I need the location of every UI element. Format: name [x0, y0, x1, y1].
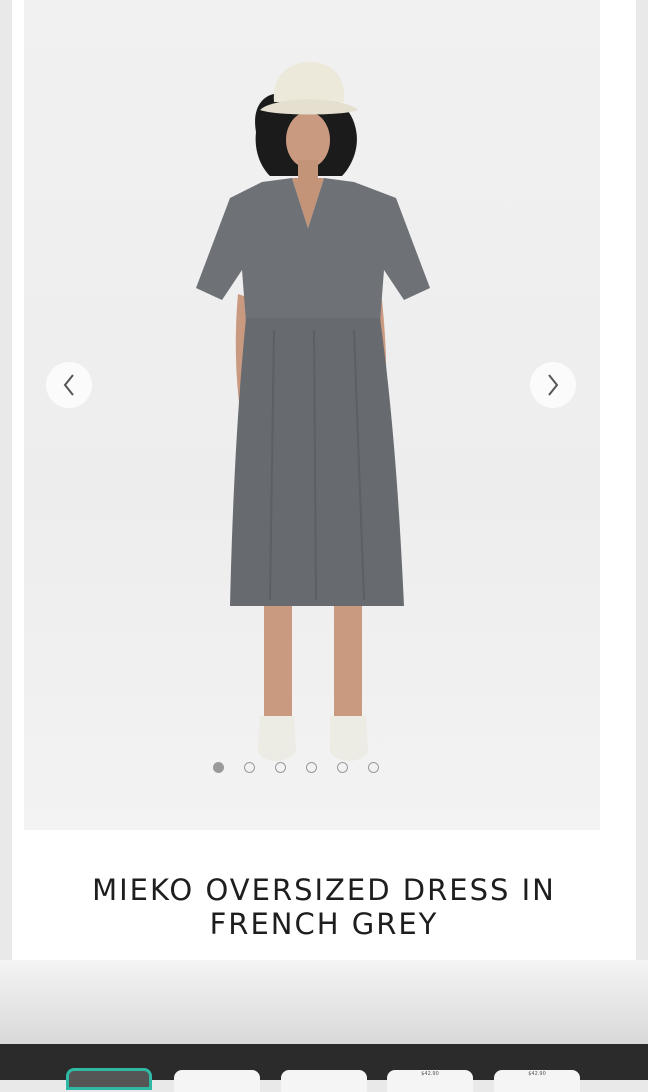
carousel-dot-5[interactable]: [337, 762, 348, 773]
carousel-dot-1[interactable]: [213, 762, 224, 773]
chevron-left-icon: [63, 374, 74, 396]
carousel-dot-4[interactable]: [306, 762, 317, 773]
thumbnail-price: $42.90: [421, 1071, 439, 1077]
chevron-right-icon: [548, 374, 559, 396]
thumbnail-2[interactable]: [174, 1070, 260, 1092]
bottom-fade: [0, 960, 648, 1044]
carousel-pagination: [0, 762, 620, 773]
model-photo: [196, 62, 430, 761]
previous-image-button[interactable]: [46, 362, 92, 408]
thumbnail-5[interactable]: $42.90: [494, 1070, 580, 1092]
product-title-line-2: FRENCH GREY: [209, 907, 439, 941]
thumbnail-strip: $42.90 $42.90: [0, 1044, 648, 1092]
thumbnail-1[interactable]: [66, 1068, 152, 1090]
product-image[interactable]: [24, 0, 600, 830]
carousel-dot-6[interactable]: [368, 762, 379, 773]
carousel-dot-2[interactable]: [244, 762, 255, 773]
thumbnail-3[interactable]: [281, 1070, 367, 1092]
thumbnail-4[interactable]: $42.90: [387, 1070, 473, 1092]
thumbnail-price: $42.90: [528, 1071, 546, 1077]
carousel-dot-3[interactable]: [275, 762, 286, 773]
next-image-button[interactable]: [530, 362, 576, 408]
product-title: MIEKO OVERSIZED DRESS IN FRENCH GREY: [12, 873, 636, 941]
product-title-line-1: MIEKO OVERSIZED DRESS IN: [92, 873, 556, 907]
